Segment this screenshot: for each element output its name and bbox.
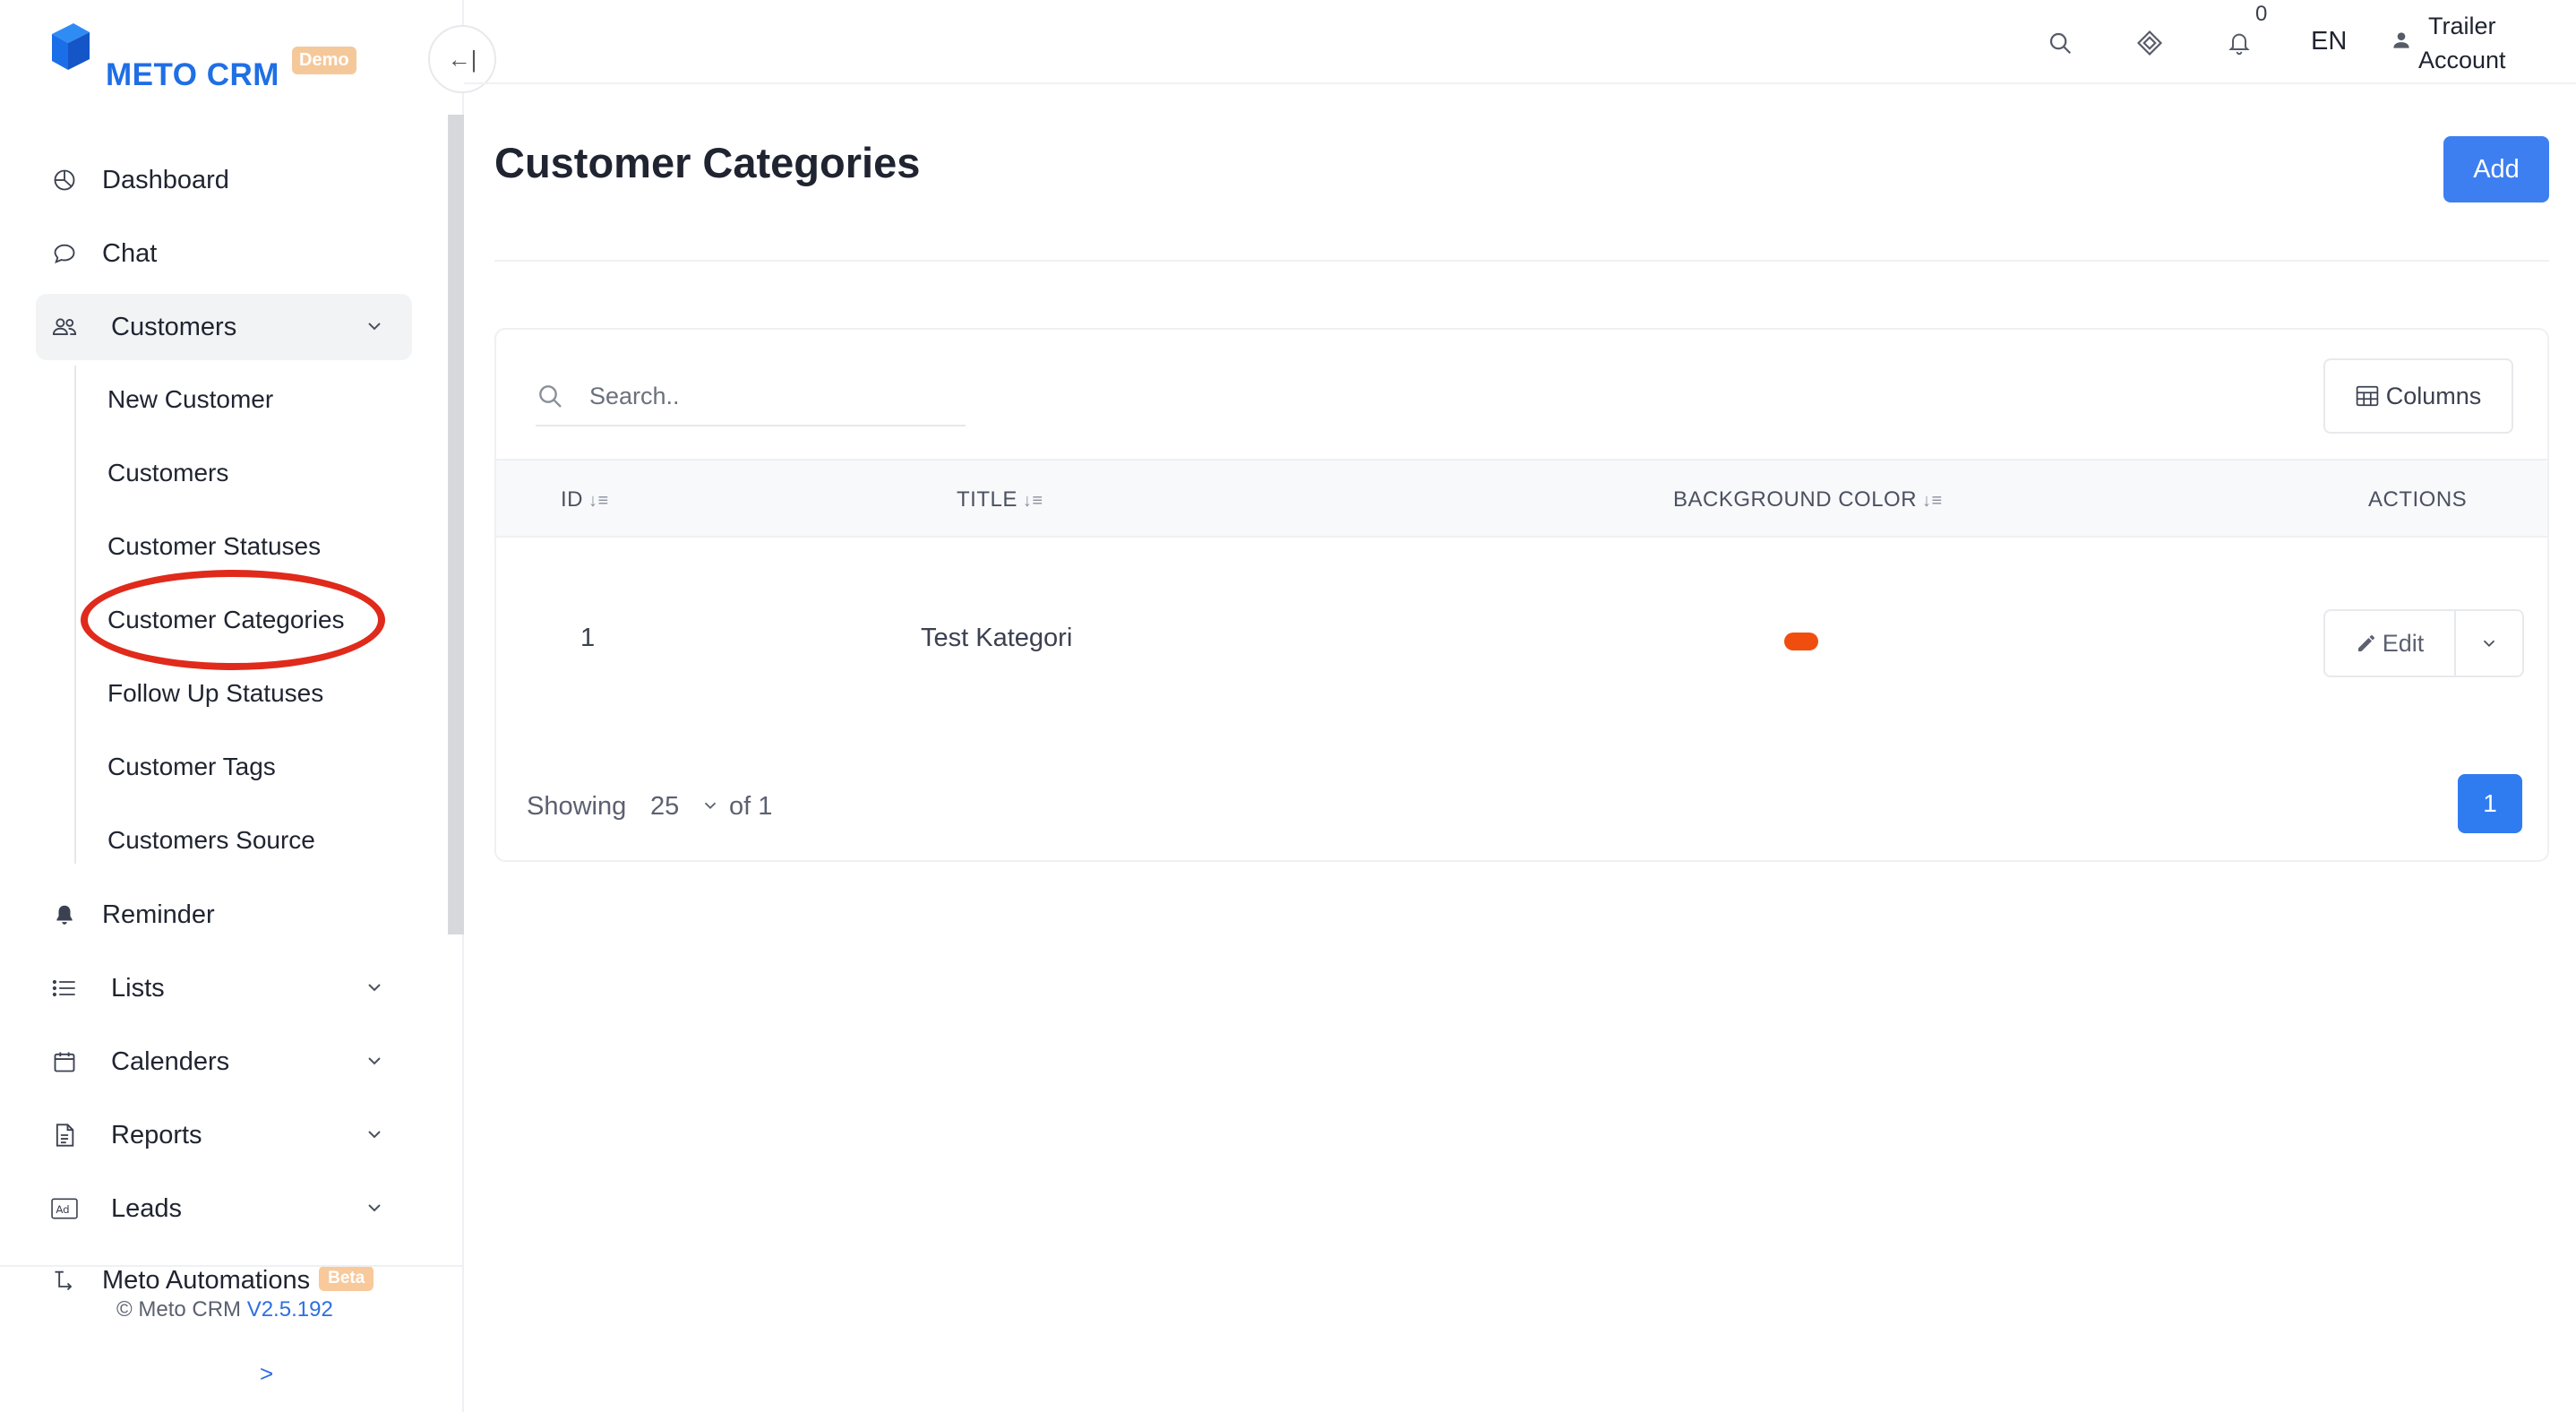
sidebar-item-label: Customers bbox=[111, 312, 237, 341]
sidebar-item-reports[interactable]: Reports bbox=[36, 1102, 412, 1168]
calendar-icon bbox=[48, 1046, 81, 1078]
sidebar-item-leads[interactable]: Ad Leads bbox=[36, 1175, 412, 1242]
sort-icon: ↓≡ bbox=[1022, 491, 1043, 511]
copyright-text: © Meto CRM V2.5.192 bbox=[116, 1297, 333, 1322]
column-header-label: ID bbox=[561, 487, 583, 512]
sidebar-item-lists[interactable]: Lists bbox=[36, 955, 412, 1021]
submenu-guide-line bbox=[74, 366, 76, 864]
column-header-label: TITLE bbox=[957, 487, 1018, 512]
sidebar-subitem-customer-statuses[interactable]: Customer Statuses bbox=[107, 532, 321, 561]
demo-badge: Demo bbox=[292, 47, 356, 74]
automations-label: Meto Automations bbox=[102, 1265, 311, 1295]
search-icon bbox=[539, 385, 562, 408]
title-divider bbox=[494, 260, 2549, 262]
version-link[interactable]: V2.5.192 bbox=[247, 1297, 333, 1322]
page-title: Customer Categories bbox=[494, 139, 921, 186]
chevron-down-icon bbox=[368, 1131, 381, 1139]
user-name-line1: Trailer bbox=[2428, 13, 2496, 39]
showing-label: Showing bbox=[527, 792, 627, 821]
columns-label: Columns bbox=[2385, 382, 2482, 409]
page-total-label: of 1 bbox=[729, 792, 773, 821]
sidebar-item-label: Meto Automations Beta bbox=[102, 1265, 374, 1296]
chevron-down-icon bbox=[368, 984, 381, 992]
column-header-label: BACKGROUND COLOR bbox=[1673, 487, 1918, 512]
user-name-line2: Account bbox=[2418, 47, 2506, 73]
notification-bell-icon[interactable] bbox=[2223, 27, 2255, 59]
notification-count: 0 bbox=[2255, 2, 2268, 26]
categories-table-card: Columns ID↓≡ TITLE↓≡ BACKGROUND COLOR↓≡ … bbox=[494, 328, 2549, 862]
sidebar-scrollbar[interactable] bbox=[448, 115, 464, 934]
chevron-down-icon bbox=[368, 323, 381, 331]
beta-badge: Beta bbox=[319, 1265, 374, 1291]
list-icon bbox=[48, 972, 81, 1004]
row-actions-dropdown[interactable] bbox=[2456, 611, 2522, 676]
ad-icon: Ad bbox=[48, 1192, 81, 1225]
sidebar-item-label: Chat bbox=[102, 238, 158, 268]
document-icon bbox=[48, 1119, 81, 1151]
sidebar-subitem-customers[interactable]: Customers bbox=[107, 459, 228, 487]
search-underline bbox=[536, 425, 966, 426]
sidebar-subitem-customer-categories[interactable]: Customer Categories bbox=[107, 606, 345, 634]
sidebar-item-customers[interactable]: Customers bbox=[36, 294, 412, 360]
sidebar-item-calenders[interactable]: Calenders bbox=[36, 1029, 412, 1095]
sidebar-item-dashboard[interactable]: Dashboard bbox=[36, 147, 412, 213]
pencil-icon bbox=[2357, 635, 2374, 651]
sidebar-item-chat[interactable]: Chat bbox=[36, 220, 412, 287]
edit-button[interactable]: Edit bbox=[2325, 611, 2456, 676]
copyright-label: © Meto CRM bbox=[116, 1297, 242, 1322]
sort-icon: ↓≡ bbox=[588, 491, 609, 511]
cell-title: Test Kategori bbox=[921, 624, 1073, 652]
user-icon bbox=[2393, 32, 2409, 48]
diamond-sparkle-icon[interactable] bbox=[2134, 27, 2166, 59]
bell-icon bbox=[48, 899, 81, 931]
add-button[interactable]: Add bbox=[2443, 136, 2549, 202]
flow-icon bbox=[48, 1264, 81, 1296]
cube-logo-icon bbox=[52, 23, 90, 70]
language-selector[interactable]: EN bbox=[2311, 27, 2347, 56]
svg-text:Ad: Ad bbox=[56, 1203, 69, 1216]
sidebar-subitem-customers-source[interactable]: Customers Source bbox=[107, 826, 315, 855]
sidebar-item-label: Reports bbox=[111, 1120, 202, 1149]
brand-name: METO CRM bbox=[106, 57, 279, 92]
chevron-down-icon bbox=[368, 1057, 381, 1065]
sidebar-subitem-follow-up-statuses[interactable]: Follow Up Statuses bbox=[107, 679, 323, 708]
column-header-label: ACTIONS bbox=[2368, 487, 2468, 512]
column-header-background-color[interactable]: BACKGROUND COLOR ↓≡ bbox=[1673, 487, 1943, 512]
pie-chart-icon bbox=[48, 164, 81, 196]
sidebar-item-label: Dashboard bbox=[102, 165, 229, 194]
sidebar-subitem-customer-tags[interactable]: Customer Tags bbox=[107, 753, 276, 781]
page-size-select[interactable]: 25 bbox=[650, 792, 679, 822]
columns-button[interactable]: Columns bbox=[2323, 358, 2513, 434]
sidebar-item-label: Leads bbox=[111, 1193, 183, 1223]
expand-arrow-button[interactable]: > bbox=[260, 1360, 273, 1388]
chevron-down-icon[interactable] bbox=[700, 796, 720, 815]
table-header: ID ↓≡ TITLE ↓≡ BACKGROUND COLOR ↓≡ ACTIONS bbox=[496, 459, 2547, 538]
search-input[interactable] bbox=[589, 376, 966, 416]
users-icon bbox=[48, 311, 81, 343]
column-header-title[interactable]: TITLE ↓≡ bbox=[957, 487, 1043, 512]
sort-icon: ↓≡ bbox=[1922, 491, 1943, 511]
chevron-down-icon bbox=[368, 1204, 381, 1212]
pagination-page-1[interactable]: 1 bbox=[2458, 774, 2522, 833]
chevron-down-icon bbox=[2483, 640, 2495, 648]
sidebar-item-label: Calenders bbox=[111, 1046, 230, 1076]
background-color-swatch bbox=[1784, 633, 1818, 650]
cell-id: 1 bbox=[580, 624, 596, 652]
sidebar-footer-divider bbox=[0, 1265, 462, 1267]
search-icon[interactable] bbox=[2044, 27, 2076, 59]
edit-label: Edit bbox=[2382, 629, 2425, 657]
column-header-actions: ACTIONS bbox=[2368, 487, 2467, 512]
user-account-menu[interactable]: Trailer Account bbox=[2418, 9, 2506, 77]
brand-logo[interactable]: METO CRM Demo bbox=[48, 20, 371, 100]
table-grid-icon bbox=[2356, 385, 2378, 407]
sidebar: METO CRM Demo Dashboard Chat Customers N… bbox=[0, 0, 464, 1412]
sidebar-subitem-new-customer[interactable]: New Customer bbox=[107, 385, 273, 414]
row-actions: Edit bbox=[2323, 609, 2524, 677]
sidebar-item-reminder[interactable]: Reminder bbox=[36, 882, 412, 948]
sidebar-item-label: Reminder bbox=[102, 900, 215, 929]
column-header-id[interactable]: ID ↓≡ bbox=[561, 487, 609, 512]
chat-bubble-icon bbox=[48, 237, 81, 270]
sidebar-item-label: Lists bbox=[111, 973, 165, 1003]
